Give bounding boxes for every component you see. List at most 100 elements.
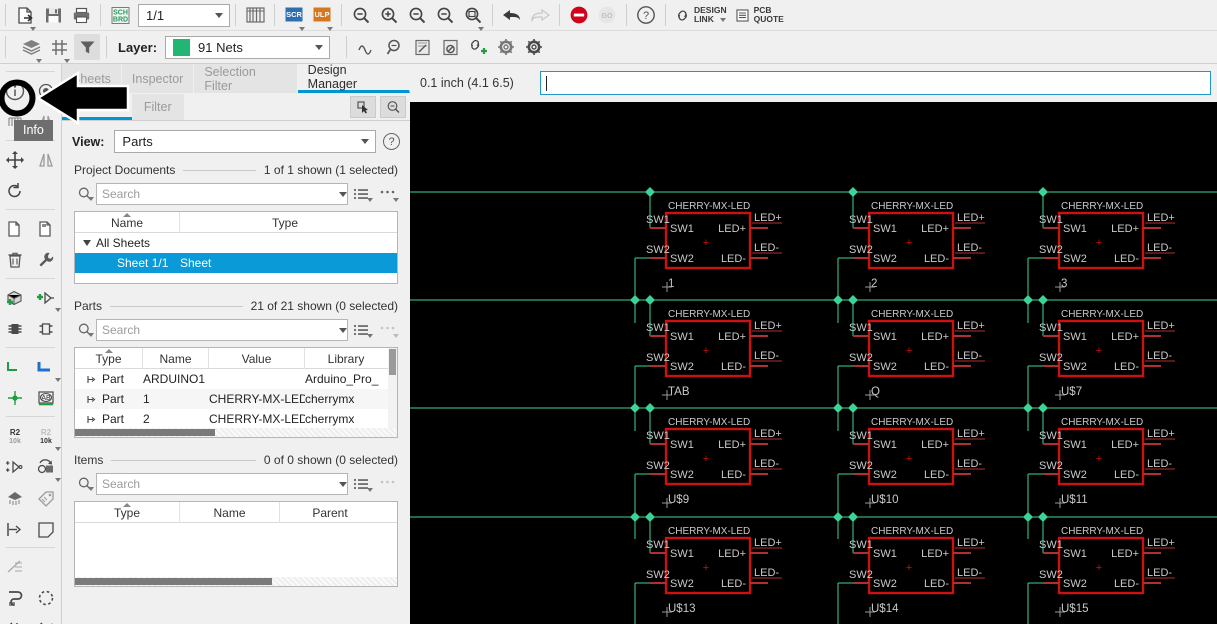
chevron-down-icon[interactable] bbox=[211, 12, 227, 18]
chevron-down-icon[interactable] bbox=[720, 18, 727, 22]
schematic-drawing[interactable]: CHERRY-MX-LEDSW1SW2LED+LED-+SW1SW2LED+LE… bbox=[410, 102, 1217, 624]
chevron-down-icon[interactable] bbox=[339, 191, 347, 197]
route-icon[interactable] bbox=[0, 582, 31, 613]
wrench-icon[interactable] bbox=[31, 244, 62, 275]
help-icon[interactable]: ? bbox=[633, 2, 659, 28]
schematic-canvas[interactable]: CHERRY-MX-LED SW1 SW2 LED+ LED- + SW1 SW2 LED+ LE… bbox=[410, 102, 1217, 624]
table-row[interactable]: Part 2 CHERRY-MX-LED cherrymx bbox=[75, 409, 397, 429]
layer-selector[interactable]: 91 Nets bbox=[165, 35, 331, 59]
wire-junction[interactable] bbox=[1023, 295, 1033, 305]
wire-junction[interactable] bbox=[833, 403, 843, 413]
paste-icon[interactable] bbox=[31, 213, 62, 244]
grid-horizontal-scrollbar[interactable] bbox=[75, 428, 397, 437]
layers-icon[interactable] bbox=[18, 34, 44, 63]
column-header-name[interactable]: Name bbox=[143, 348, 209, 369]
search-icon[interactable] bbox=[74, 186, 96, 202]
grid-horizontal-scrollbar[interactable] bbox=[75, 577, 397, 586]
split-icon[interactable] bbox=[0, 551, 31, 582]
chevron-down-icon[interactable] bbox=[88, 333, 94, 337]
print-icon[interactable] bbox=[68, 2, 94, 28]
search-icon[interactable] bbox=[74, 476, 96, 492]
command-input[interactable] bbox=[540, 71, 1211, 95]
grid-vertical-scrollbar[interactable] bbox=[388, 348, 397, 437]
search-input-parts[interactable]: Search bbox=[96, 319, 348, 341]
grid-icon[interactable] bbox=[46, 34, 72, 63]
package-dip-icon[interactable] bbox=[0, 313, 31, 344]
magnify-net-icon[interactable] bbox=[381, 34, 407, 60]
column-header-parent[interactable]: Parent bbox=[280, 502, 380, 523]
delete-trash-icon[interactable] bbox=[0, 244, 31, 275]
board-noerc-icon[interactable] bbox=[437, 34, 463, 60]
chevron-down-icon[interactable] bbox=[393, 198, 399, 202]
board-pcb-icon[interactable] bbox=[409, 34, 435, 60]
redo-icon[interactable] bbox=[527, 2, 553, 28]
wire-junction[interactable] bbox=[630, 295, 640, 305]
expander-icon[interactable] bbox=[83, 240, 91, 246]
search-input-project-documents[interactable]: Search bbox=[96, 183, 348, 205]
pinswap-icon[interactable] bbox=[0, 613, 31, 624]
table-row[interactable]: All Sheets bbox=[75, 233, 397, 253]
wire-junction[interactable] bbox=[630, 512, 640, 522]
tab-design-manager[interactable]: Design Manager bbox=[297, 63, 410, 93]
list-options-icon[interactable] bbox=[348, 323, 374, 338]
export-icon[interactable] bbox=[12, 2, 38, 31]
add-package-icon[interactable] bbox=[0, 282, 31, 313]
tab-sheets[interactable]: Sheets bbox=[62, 64, 122, 93]
chevron-down-icon[interactable] bbox=[339, 327, 347, 333]
ratsnest-icon[interactable] bbox=[31, 582, 62, 613]
target-icon[interactable] bbox=[31, 75, 62, 106]
copy-icon[interactable] bbox=[0, 213, 31, 244]
zoom-select-icon[interactable] bbox=[460, 2, 486, 31]
column-header-name[interactable]: Name bbox=[180, 502, 280, 523]
zoom-redraw-icon[interactable] bbox=[432, 2, 458, 28]
column-header-name[interactable]: Name bbox=[75, 212, 180, 233]
mirror2-icon[interactable] bbox=[31, 144, 62, 175]
grid-parts[interactable]: Type Name Value Library Part ARDUINO1 Ar… bbox=[74, 347, 398, 438]
more-options-icon[interactable] bbox=[374, 323, 400, 338]
search-input-items[interactable]: Search bbox=[96, 473, 348, 495]
add-part-icon[interactable] bbox=[31, 282, 61, 313]
value-r2-dark-icon[interactable]: R2 10k bbox=[31, 420, 61, 451]
scrollbar-thumb[interactable] bbox=[75, 578, 272, 585]
grid-project-documents[interactable]: Name Type All Sheets Sheet 1/1 Sheet bbox=[74, 211, 398, 284]
wire-junction[interactable] bbox=[833, 295, 843, 305]
smash-icon[interactable] bbox=[0, 482, 31, 513]
chevron-down-icon[interactable] bbox=[367, 198, 373, 202]
name-icon[interactable] bbox=[0, 513, 31, 544]
script-icon[interactable]: SCR bbox=[281, 2, 307, 31]
wire-junction[interactable] bbox=[833, 512, 843, 522]
zoom-in-icon[interactable] bbox=[376, 2, 402, 28]
go-icon[interactable]: GO bbox=[594, 2, 620, 28]
replace-icon[interactable] bbox=[31, 451, 61, 482]
chevron-down-icon[interactable] bbox=[36, 59, 42, 63]
info-icon[interactable] bbox=[0, 75, 31, 106]
junction-icon[interactable] bbox=[0, 382, 31, 413]
rotate-icon[interactable] bbox=[0, 175, 31, 206]
wire-junction[interactable] bbox=[1023, 403, 1033, 413]
sch-brd-switch-icon[interactable]: SCH BRD bbox=[107, 2, 133, 28]
list-options-icon[interactable] bbox=[348, 477, 374, 492]
tab-inspector[interactable]: Inspector bbox=[121, 64, 195, 93]
chevron-down-icon[interactable] bbox=[393, 334, 399, 338]
more-options-icon[interactable] bbox=[374, 187, 400, 202]
save-icon[interactable] bbox=[40, 2, 66, 28]
chevron-down-icon[interactable] bbox=[64, 59, 70, 63]
column-header-value[interactable]: Value bbox=[209, 348, 305, 369]
select-pointer-button[interactable] bbox=[350, 95, 376, 118]
label-ab-icon[interactable]: AB bbox=[31, 382, 62, 413]
chevron-down-icon[interactable] bbox=[367, 334, 373, 338]
more-options-icon[interactable] bbox=[374, 477, 400, 491]
filter-funnel-icon[interactable] bbox=[74, 34, 100, 60]
chevron-down-icon[interactable] bbox=[367, 488, 373, 492]
undo-icon[interactable] bbox=[499, 2, 525, 28]
sheet-icon[interactable] bbox=[31, 513, 62, 544]
chevron-down-icon[interactable] bbox=[339, 481, 347, 487]
table-row[interactable]: Sheet 1/1 Sheet bbox=[75, 253, 397, 273]
column-header-type[interactable]: Type bbox=[180, 212, 390, 233]
subtab-filter[interactable]: Filter bbox=[131, 93, 184, 120]
gateswap-icon[interactable] bbox=[31, 613, 62, 624]
package-outline-icon[interactable] bbox=[31, 313, 62, 344]
view-help-icon[interactable]: ? bbox=[383, 133, 400, 150]
chevron-down-icon[interactable] bbox=[55, 308, 61, 312]
subtab-browser[interactable]: Browser bbox=[62, 93, 132, 120]
